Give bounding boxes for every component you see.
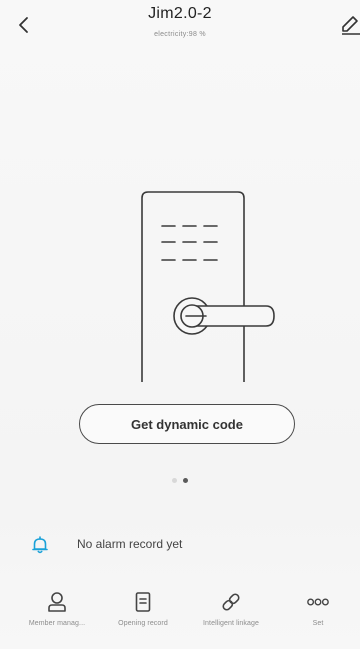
person-icon xyxy=(48,592,66,612)
page-title: Jim2.0-2 xyxy=(148,5,212,22)
nav-intelligent-linkage[interactable]: Intelligent linkage xyxy=(187,582,275,642)
nav-opening-record[interactable]: Opening record xyxy=(99,582,187,642)
nav-member-management[interactable]: Member manag... xyxy=(13,582,101,642)
edit-button[interactable] xyxy=(338,12,360,38)
bell-icon xyxy=(32,536,48,554)
page-dot-active[interactable] xyxy=(183,477,188,483)
page-indicator xyxy=(172,475,202,485)
lock-screen: Jim2.0-2 electricity:98 % Get dynamic co… xyxy=(0,0,360,649)
battery-level: electricity:98 % xyxy=(154,31,206,38)
pencil-icon xyxy=(342,16,360,35)
nav-label: Opening record xyxy=(118,620,168,627)
page-dot[interactable] xyxy=(172,477,177,483)
nav-label: Set xyxy=(312,620,324,627)
door-lock-illustration xyxy=(141,191,275,382)
nav-label: Member manag... xyxy=(28,620,86,627)
bottom-nav: Member manag... Opening record Intellige… xyxy=(0,582,360,649)
get-dynamic-code-button[interactable]: Get dynamic code xyxy=(79,404,295,444)
nav-set[interactable]: Set xyxy=(274,582,360,642)
header: Jim2.0-2 electricity:98 % xyxy=(0,0,360,60)
alarm-row[interactable]: No alarm record yet xyxy=(0,522,360,566)
alarm-status-text: No alarm record yet xyxy=(77,537,183,551)
link-icon xyxy=(222,593,240,611)
more-dots-icon xyxy=(307,598,329,606)
document-icon xyxy=(135,592,151,612)
nav-label: Intelligent linkage xyxy=(203,620,259,627)
